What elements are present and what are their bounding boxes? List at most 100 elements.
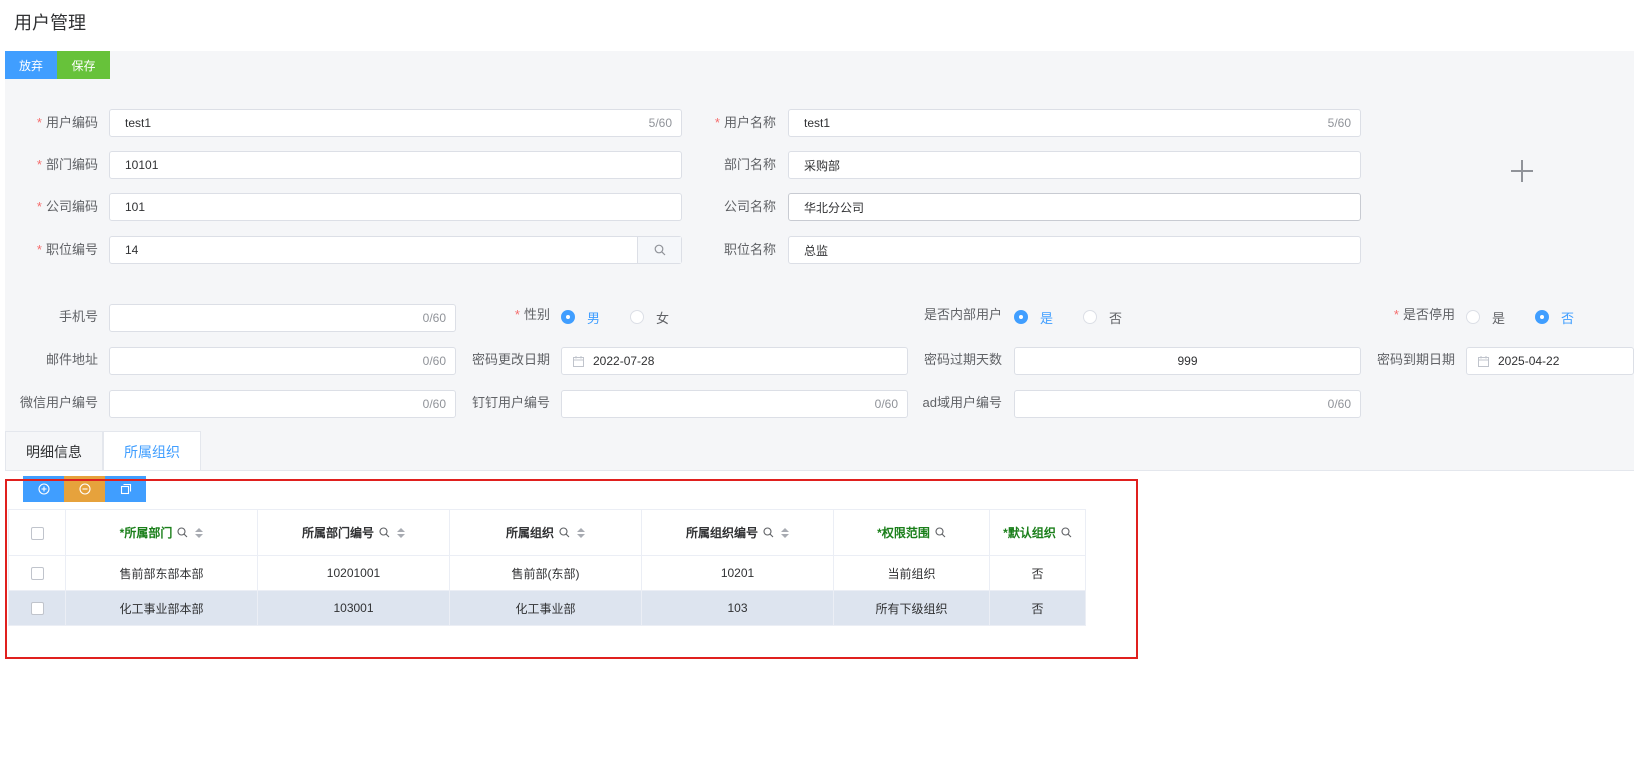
header-default-org[interactable]: *默认组织 xyxy=(989,509,1086,556)
table-row[interactable]: 化工事业部本部 103001 化工事业部 103 所有下级组织 否 xyxy=(8,590,1086,626)
pwd-expire-days-input[interactable]: 999 xyxy=(1014,347,1361,375)
minus-circle-icon xyxy=(78,483,91,495)
sort-icon[interactable] xyxy=(781,527,789,538)
table-cell[interactable]: 化工事业部 xyxy=(449,590,642,626)
header-dept[interactable]: *所属部门 xyxy=(65,509,258,556)
copy-row-button[interactable] xyxy=(105,476,146,502)
table-cell[interactable]: 10201001 xyxy=(257,555,450,591)
select-all-checkbox[interactable] xyxy=(30,526,44,540)
add-row-button[interactable] xyxy=(23,476,64,502)
calendar-icon xyxy=(1478,355,1489,367)
header-dept-code-label: 所属部门编号 xyxy=(301,526,374,540)
table-row[interactable]: 售前部东部本部 10201001 售前部(东部) 10201 当前组织 否 xyxy=(8,555,1086,591)
save-button[interactable]: 保存 xyxy=(57,51,110,79)
header-org-code-label: 所属组织编号 xyxy=(685,526,758,540)
table-cell[interactable]: 售前部东部本部 xyxy=(65,555,258,591)
table-cell[interactable]: 化工事业部本部 xyxy=(65,590,258,626)
table-cell[interactable]: 所有下级组织 xyxy=(833,590,990,626)
pwd-change-date-input[interactable]: 2022-07-28 xyxy=(561,347,908,375)
wechat-id-label: 微信用户编号 xyxy=(19,395,98,410)
dept-code-label: * 部门编码 xyxy=(36,157,98,172)
internal-user-label: 是否内部用户 xyxy=(923,307,1002,322)
mobile-label: 手机号 xyxy=(58,309,98,324)
ad-id-count: 0/60 xyxy=(1327,397,1351,411)
plus-circle-icon xyxy=(37,483,50,495)
search-icon[interactable] xyxy=(379,527,390,538)
disabled-radio-group: 是 否 xyxy=(1466,303,1604,331)
user-code-count: 5/60 xyxy=(648,116,672,130)
position-name-value: 总监 xyxy=(804,243,829,258)
tab-organization[interactable]: 所属组织 xyxy=(103,431,201,471)
sort-icon[interactable] xyxy=(577,527,585,538)
row-checkbox-cell xyxy=(8,590,66,626)
gender-label: * 性别 xyxy=(514,307,550,322)
email-input[interactable]: 0/60 xyxy=(109,347,456,375)
pwd-change-date-value: 2022-07-28 xyxy=(593,354,655,368)
position-code-input[interactable]: 14 xyxy=(109,236,682,264)
disabled-no-radio[interactable]: 否 xyxy=(1535,308,1574,327)
gender-female-radio[interactable]: 女 xyxy=(630,308,669,327)
header-dept-code[interactable]: 所属部门编号 xyxy=(257,509,450,556)
pwd-expire-date-input[interactable]: 2025-04-22 xyxy=(1466,347,1634,375)
search-icon[interactable] xyxy=(935,527,946,538)
sort-icon[interactable] xyxy=(195,527,204,538)
company-code-input[interactable]: 101 xyxy=(109,193,682,221)
company-name-value: 华北分公司 xyxy=(804,200,865,215)
table-cell[interactable]: 否 xyxy=(989,590,1086,626)
user-code-input[interactable]: test1 5/60 xyxy=(109,109,682,137)
table-cell[interactable]: 售前部(东部) xyxy=(449,555,642,591)
dept-code-input[interactable]: 10101 xyxy=(109,151,682,179)
mobile-count: 0/60 xyxy=(422,311,446,325)
search-icon[interactable] xyxy=(559,527,570,538)
pwd-expire-days-label: 密码过期天数 xyxy=(923,352,1002,367)
dingtalk-id-label: 钉钉用户编号 xyxy=(471,395,550,410)
plus-icon[interactable] xyxy=(1510,159,1534,183)
company-name-input[interactable]: 华北分公司 xyxy=(788,193,1361,221)
user-code-label: * 用户编码 xyxy=(36,115,98,130)
company-name-label: 公司名称 xyxy=(723,199,776,214)
row-checkbox[interactable] xyxy=(30,602,44,616)
wechat-id-input[interactable]: 0/60 xyxy=(109,390,456,418)
tab-detail-info[interactable]: 明细信息 xyxy=(5,431,103,471)
page-title: 用户管理 xyxy=(14,13,86,33)
table-cell[interactable]: 当前组织 xyxy=(833,555,990,591)
tab-bar: 明细信息 所属组织 xyxy=(5,431,201,471)
dingtalk-id-input[interactable]: 0/60 xyxy=(561,390,908,418)
row-checkbox[interactable] xyxy=(30,567,44,581)
header-org-label: 所属组织 xyxy=(505,526,554,540)
discard-button[interactable]: 放弃 xyxy=(5,51,57,79)
table-cell[interactable]: 10201 xyxy=(641,555,834,591)
position-name-input[interactable]: 总监 xyxy=(788,236,1361,264)
dept-code-value: 10101 xyxy=(125,158,159,172)
user-name-input[interactable]: test1 5/60 xyxy=(788,109,1361,137)
header-permission-scope[interactable]: *权限范围 xyxy=(833,509,990,556)
ad-id-input[interactable]: 0/60 xyxy=(1014,390,1361,418)
internal-user-radio-group: 是 否 xyxy=(1014,303,1152,331)
email-label: 邮件地址 xyxy=(45,352,98,367)
header-org[interactable]: 所属组织 xyxy=(449,509,642,556)
toolbar: 放弃 保存 xyxy=(5,51,110,79)
gender-male-radio[interactable]: 男 xyxy=(561,308,600,327)
pwd-expire-date-label: 密码到期日期 xyxy=(1376,352,1455,367)
main-area: 放弃 保存 * 用户编码 test1 5/60 * 用户名称 test1 5/60 … xyxy=(5,51,1634,773)
user-name-count: 5/60 xyxy=(1327,116,1351,130)
dept-name-input[interactable]: 采购部 xyxy=(788,151,1361,179)
internal-user-no-radio[interactable]: 否 xyxy=(1083,308,1122,327)
remove-row-button[interactable] xyxy=(64,476,105,502)
pwd-change-date-label: 密码更改日期 xyxy=(471,352,550,367)
gender-radio-group: 男 女 xyxy=(561,303,699,331)
mobile-input[interactable]: 0/60 xyxy=(109,304,456,332)
table-cell[interactable]: 103001 xyxy=(257,590,450,626)
search-icon[interactable] xyxy=(177,527,188,538)
table-cell[interactable]: 否 xyxy=(989,555,1086,591)
position-search-button[interactable] xyxy=(637,237,681,263)
dept-name-value: 采购部 xyxy=(804,158,841,173)
internal-user-yes-radio[interactable]: 是 xyxy=(1014,308,1053,327)
sort-icon[interactable] xyxy=(397,527,405,538)
search-icon[interactable] xyxy=(1061,527,1072,538)
table-cell[interactable]: 103 xyxy=(641,590,834,626)
disabled-yes-radio[interactable]: 是 xyxy=(1466,308,1505,327)
header-org-code[interactable]: 所属组织编号 xyxy=(641,509,834,556)
tab-panel-organization: *所属部门 所属部门编号 所属组织 所属组织编号 *权限范围 *默认组织 售前部… xyxy=(5,470,1634,773)
search-icon[interactable] xyxy=(763,527,774,538)
